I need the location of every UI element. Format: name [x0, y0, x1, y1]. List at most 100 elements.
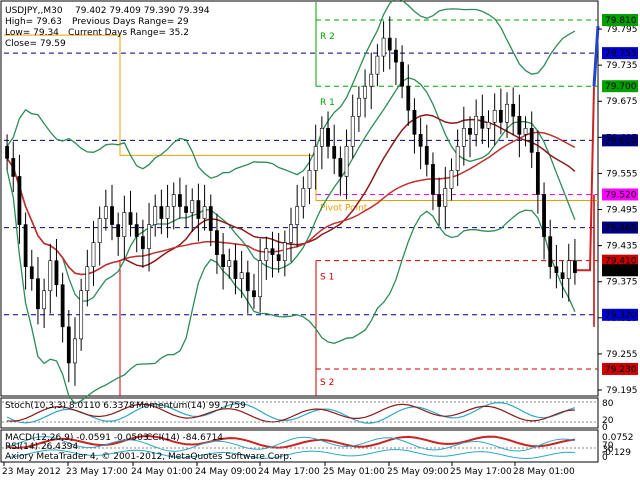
time-label: 25 May 01:00	[323, 467, 385, 477]
time-label: 25 May 09:00	[387, 467, 449, 477]
cci-label: CCI(14) -84.6714	[146, 433, 223, 443]
candle-body	[554, 266, 559, 273]
candle-body	[535, 152, 540, 195]
candle-body	[270, 248, 275, 255]
info-close: Close= 79.59	[5, 39, 66, 49]
time-label: 24 May 17:00	[258, 467, 320, 477]
candle-body	[233, 260, 238, 280]
info-high: High= 79.63	[5, 17, 62, 27]
price-tag-label: 79.755	[605, 49, 637, 59]
candle-body	[461, 128, 466, 147]
price-tick-label: 79.555	[606, 169, 638, 179]
candle-body	[85, 266, 90, 292]
footer-copyright: Axiory MetaTrader 4, © 2001-2012, MetaQu…	[5, 452, 292, 462]
symbol-header: USDJPY,,M30	[5, 6, 63, 16]
candle-body	[319, 128, 324, 147]
trading-chart[interactable]: R 2 R 1 Pivot Point S 1 S 2 79.795 79.735 79.6…	[0, 0, 640, 480]
info-curr-range: Current Days Range= 35.2	[68, 28, 189, 38]
candle-body	[264, 248, 269, 261]
candle-body	[60, 284, 65, 328]
candle-body	[97, 218, 102, 243]
candle-body	[542, 194, 546, 237]
candle-body	[258, 260, 263, 298]
pivot-label: S 2	[320, 378, 334, 388]
candle-body	[517, 115, 522, 135]
price-tag-label: 79.810	[605, 16, 637, 26]
time-label: 24 May 01:00	[131, 467, 193, 477]
candle-body	[523, 128, 528, 135]
price-tag-label: 79.520	[605, 190, 637, 200]
price-tag-label: 79.700	[605, 82, 637, 92]
candle-body	[276, 254, 281, 261]
pivot-label: S 1	[320, 273, 334, 283]
candle-body	[178, 194, 182, 207]
candle-body	[307, 170, 312, 189]
candle-body	[455, 146, 460, 171]
candle-body	[560, 272, 565, 280]
candle-body	[48, 260, 53, 292]
candle-body	[486, 121, 491, 129]
candle-body	[66, 326, 71, 364]
candle-body	[480, 115, 485, 129]
candle-body	[11, 158, 16, 177]
pivot-label: R 2	[320, 32, 335, 42]
price-tag-label: 79.394	[605, 266, 637, 276]
price-tick-label: 79.495	[606, 206, 638, 216]
candle-body	[295, 206, 300, 225]
candle-body	[79, 290, 84, 340]
candle-body	[375, 55, 380, 75]
candle-body	[239, 272, 244, 280]
candle-body	[443, 188, 448, 207]
candle-body	[54, 260, 59, 286]
pivot-label: Pivot Point	[320, 204, 368, 214]
candle-body	[221, 254, 226, 267]
price-tick-label: 79.255	[606, 350, 638, 360]
candle-body	[184, 206, 188, 213]
info-low: Low= 79.34	[5, 28, 59, 38]
price-tag-label: 79.610	[605, 136, 637, 146]
candle-body	[122, 212, 127, 237]
stoch-label: Stoch(10,3,3) 8.0110 6.3378	[5, 401, 135, 411]
time-label: 24 May 09:00	[195, 467, 257, 477]
momentum-label: Momentum(14) 99.7759	[136, 401, 246, 411]
candle-body	[326, 128, 330, 147]
candle-body	[381, 37, 386, 57]
candle-body	[431, 164, 435, 195]
candle-body	[356, 97, 361, 117]
candle-body	[110, 206, 114, 225]
pivot-label: R 1	[320, 98, 335, 108]
candle-body	[227, 260, 232, 267]
candle-body	[171, 194, 176, 207]
candle-body	[190, 200, 195, 213]
price-tag-label: 79.230	[605, 365, 637, 375]
candle-body	[36, 278, 40, 310]
candle-body	[165, 206, 170, 219]
candle-body	[394, 49, 398, 63]
candle-body	[505, 103, 509, 123]
price-tick-label: 79.795	[606, 25, 638, 35]
ohlc-values: 79.402 79.409 79.390 79.394	[75, 6, 210, 16]
candle-body	[134, 224, 139, 237]
candle-body	[350, 115, 355, 147]
candle-body	[103, 206, 108, 219]
price-tick-label: 79.375	[606, 278, 638, 288]
candle-body	[492, 109, 497, 123]
candle-body	[128, 212, 133, 225]
candle-body	[208, 206, 213, 231]
time-label: 23 May 17:00	[66, 467, 128, 477]
candle-body	[437, 194, 442, 207]
rsi-level-0: 0	[602, 453, 608, 463]
stoch-level-80: 80	[602, 399, 614, 409]
candle-body	[196, 200, 201, 219]
candle-body	[468, 128, 472, 135]
candle-body	[498, 109, 503, 123]
candle-body	[412, 109, 417, 135]
candle-body	[245, 272, 250, 292]
candle-body	[406, 85, 411, 111]
candle-body	[282, 242, 287, 261]
candle-body	[363, 85, 367, 99]
candle-body	[573, 260, 577, 273]
candle-body	[301, 188, 306, 207]
price-tag-label: 79.320	[605, 311, 637, 321]
candle-body	[566, 260, 571, 280]
